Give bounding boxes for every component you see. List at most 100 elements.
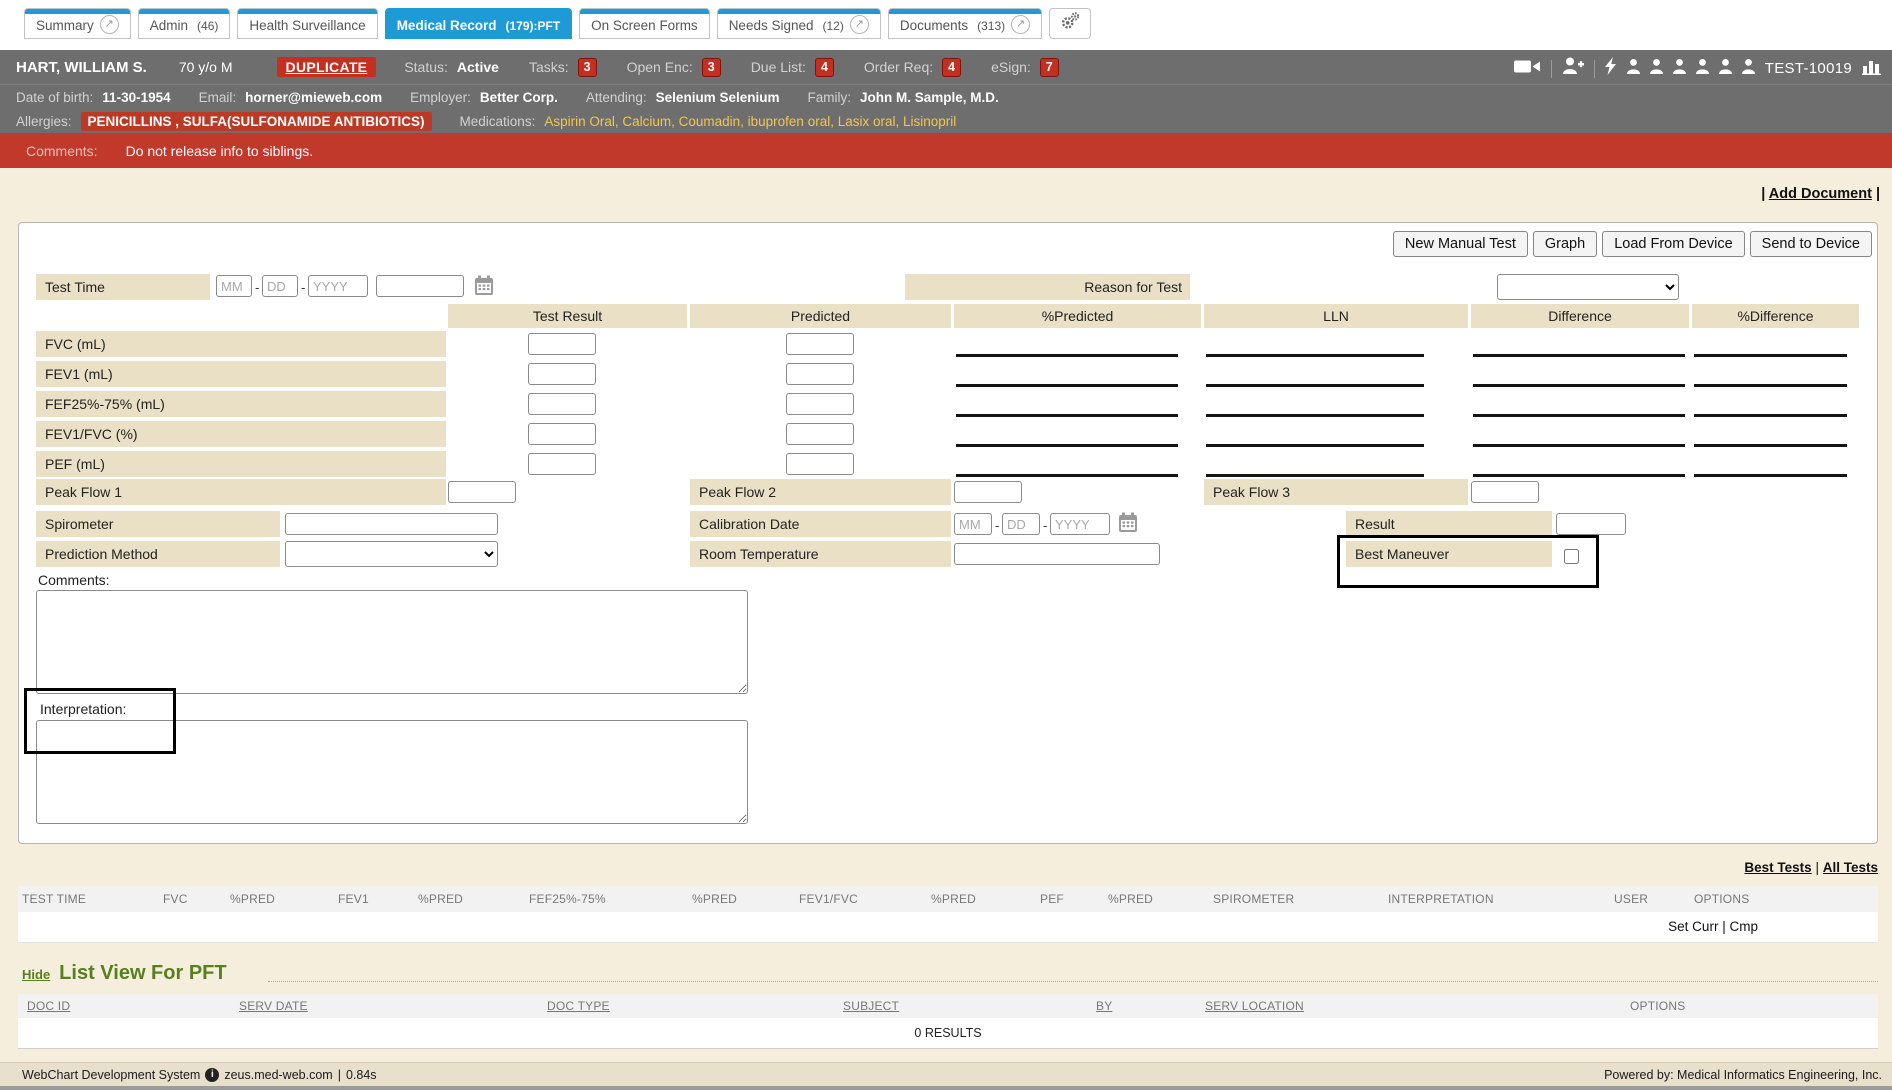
- calendar-icon[interactable]: [1118, 512, 1138, 538]
- new-manual-test-button[interactable]: New Manual Test: [1393, 231, 1528, 257]
- set-curr-link[interactable]: Set Curr: [1668, 919, 1718, 934]
- cmp-link[interactable]: Cmp: [1729, 919, 1758, 934]
- external-link-icon[interactable]: ↗: [100, 15, 119, 34]
- best-maneuver-checkbox[interactable]: [1564, 549, 1579, 564]
- pef-pct-difference-line: [1694, 474, 1847, 477]
- load-from-device-button[interactable]: Load From Device: [1602, 231, 1744, 257]
- pipe: |: [1876, 186, 1880, 202]
- patient-age-sex: 70 y/o M: [179, 59, 233, 75]
- room-temperature-input[interactable]: [954, 543, 1160, 565]
- row-label-fvc: FVC (mL): [36, 331, 446, 357]
- esign-badge[interactable]: 7: [1040, 58, 1059, 77]
- test-time-year-input[interactable]: [308, 275, 368, 297]
- fef-predicted-input[interactable]: [786, 393, 854, 415]
- list-col-by[interactable]: BY: [1096, 999, 1112, 1013]
- reason-for-test-select[interactable]: [1497, 274, 1679, 300]
- hide-link[interactable]: Hide: [22, 967, 50, 982]
- list-col-doc-id[interactable]: DOC ID: [27, 999, 70, 1013]
- due-list-badge[interactable]: 4: [815, 58, 834, 77]
- reason-for-test-label: Reason for Test: [905, 274, 1190, 300]
- medications-value[interactable]: Aspirin Oral, Calcium, Coumadin, ibuprof…: [544, 114, 956, 129]
- list-col-doc-type[interactable]: DOC TYPE: [547, 999, 610, 1013]
- tasks-label: Tasks:: [529, 59, 569, 75]
- fev1-test-result-input[interactable]: [528, 363, 596, 385]
- results-col-pred5: %PRED: [1108, 892, 1153, 906]
- interpretation-textarea[interactable]: [36, 720, 748, 824]
- tab-medical-record[interactable]: Medical Record (179):PFT: [385, 8, 572, 39]
- tab-admin-count: (46): [197, 19, 218, 33]
- all-tests-link[interactable]: All Tests: [1823, 860, 1878, 875]
- divider: [1551, 60, 1552, 78]
- fev1-fvc-predicted-input[interactable]: [786, 423, 854, 445]
- test-time-label: Test Time: [36, 274, 210, 300]
- peak-flow-2-label: Peak Flow 2: [690, 479, 951, 505]
- chart-id: TEST-10019: [1765, 60, 1852, 77]
- open-enc-badge[interactable]: 3: [702, 58, 721, 77]
- fef-test-result-input[interactable]: [528, 393, 596, 415]
- spirometer-input[interactable]: [285, 513, 498, 535]
- fvc-test-result-input[interactable]: [528, 333, 596, 355]
- fev1-fvc-test-result-input[interactable]: [528, 423, 596, 445]
- fvc-predicted-input[interactable]: [786, 333, 854, 355]
- tab-documents-label: Documents: [900, 18, 968, 33]
- test-time-month-input[interactable]: [216, 275, 252, 297]
- info-icon[interactable]: i: [205, 1068, 219, 1082]
- tab-needs-signed[interactable]: Needs Signed (12) ↗: [717, 8, 881, 39]
- calibration-year-input[interactable]: [1050, 513, 1110, 535]
- calendar-icon[interactable]: [474, 275, 494, 301]
- tab-medical-record-count: (179):PFT: [505, 19, 560, 33]
- test-time-day-input[interactable]: [262, 275, 298, 297]
- peak-flow-1-input[interactable]: [448, 481, 516, 503]
- graph-button[interactable]: Graph: [1533, 231, 1597, 257]
- order-req-badge[interactable]: 4: [942, 58, 961, 77]
- tasks-badge[interactable]: 3: [578, 58, 597, 77]
- pef-test-result-input[interactable]: [528, 453, 596, 475]
- calibration-day-input[interactable]: [1002, 513, 1040, 535]
- peak-flow-1-label: Peak Flow 1: [36, 479, 446, 505]
- footer-host: zeus.med-web.com: [224, 1068, 332, 1082]
- fef-lln-line: [1206, 414, 1424, 417]
- tab-health-surveillance-label: Health Surveillance: [249, 18, 365, 33]
- col-pct-predicted: %Predicted: [954, 304, 1201, 328]
- result-input[interactable]: [1556, 513, 1626, 535]
- results-links: Best Tests | All Tests: [1744, 860, 1878, 875]
- attending-label: Attending:: [586, 90, 647, 105]
- pef-predicted-input[interactable]: [786, 453, 854, 475]
- list-col-subject[interactable]: SUBJECT: [843, 999, 899, 1013]
- allergies-value[interactable]: PENICILLINS , SULFA(SULFONAMIDE ANTIBIOT…: [81, 112, 432, 131]
- tab-health-surveillance[interactable]: Health Surveillance: [237, 8, 377, 39]
- video-camera-icon[interactable]: [1514, 58, 1541, 80]
- list-col-serv-location[interactable]: SERV LOCATION: [1205, 999, 1304, 1013]
- prediction-method-select[interactable]: [285, 541, 498, 567]
- tab-medical-record-label: Medical Record: [397, 18, 497, 33]
- results-col-pred3: %PRED: [692, 892, 737, 906]
- duplicate-flag[interactable]: DUPLICATE: [277, 57, 377, 77]
- external-link-icon[interactable]: ↗: [850, 15, 869, 34]
- best-tests-link[interactable]: Best Tests: [1744, 860, 1811, 875]
- interpretation-label: Interpretation:: [40, 701, 126, 717]
- lightning-bolt-icon[interactable]: [1605, 57, 1617, 80]
- tab-on-screen-forms[interactable]: On Screen Forms: [579, 8, 710, 39]
- flowsheet-chart-icon[interactable]: [1862, 57, 1882, 80]
- tab-admin[interactable]: Admin (46): [138, 8, 231, 39]
- peak-flow-3-input[interactable]: [1471, 481, 1539, 503]
- add-document-link[interactable]: Add Document: [1769, 186, 1872, 202]
- results-col-pred1: %PRED: [230, 892, 275, 906]
- peak-flow-2-input[interactable]: [954, 481, 1022, 503]
- person-icon: [1673, 59, 1686, 79]
- comments-textarea[interactable]: [36, 590, 748, 694]
- tab-documents[interactable]: Documents (313) ↗: [888, 8, 1042, 39]
- add-person-icon[interactable]: [1562, 57, 1584, 80]
- tab-needs-signed-count: (12): [823, 19, 844, 33]
- esign-label: eSign:: [991, 59, 1031, 75]
- calibration-month-input[interactable]: [954, 513, 992, 535]
- tab-summary[interactable]: Summary ↗: [24, 8, 131, 39]
- list-col-serv-date[interactable]: SERV DATE: [239, 999, 308, 1013]
- external-link-icon[interactable]: ↗: [1011, 15, 1030, 34]
- send-to-device-button[interactable]: Send to Device: [1750, 231, 1872, 257]
- status-footer: WebChart Development System i zeus.med-w…: [0, 1062, 1892, 1087]
- settings-tab[interactable]: [1049, 8, 1091, 39]
- fev1-predicted-input[interactable]: [786, 363, 854, 385]
- test-time-time-input[interactable]: [376, 275, 464, 297]
- tab-admin-label: Admin: [150, 18, 188, 33]
